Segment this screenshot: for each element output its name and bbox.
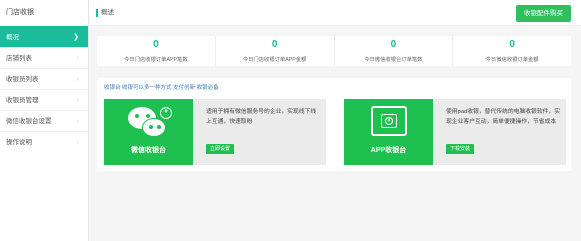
stat-wechat-order-amount: 0 今日微信收银订单金额 [453,36,571,66]
sidebar: 门店收银 概况 ❯ 店铺列表 › 收银员列表 › 收银员管理 › 微信收银台设置… [0,0,89,241]
chevron-right-icon: › [76,118,79,125]
wechat-icon: ¥ [126,105,172,143]
sidebar-item-cashier-list[interactable]: 收银员列表 › [0,68,88,89]
stat-value: 0 [153,39,159,50]
stat-value: 0 [271,39,278,50]
setup-now-button[interactable]: 立即设置 [206,144,235,154]
stat-label: 今日微信收银订单金额 [485,57,539,63]
stat-label: 今日微信收银台订单笔数 [364,57,423,63]
card-icon-tile: ¥ APP收银台 [344,99,433,165]
stat-value: 0 [509,39,515,50]
sidebar-item-label: 操作说明 [6,139,32,146]
sidebar-title: 门店收银 [6,9,34,16]
page-title: 概述 [101,9,114,16]
card-description: 使用pad收银，替代传统的电脑收银软件，实现企业客户互动，简单便捷操作，节省成本 [446,109,561,125]
card-description: 适用于拥有微信服务号的企业，实现线下线上互通，快速取粉 [206,109,317,125]
sidebar-item-label: 店铺列表 [6,55,32,62]
stat-label: 今日门店收银订单APP金额 [242,57,307,63]
sidebar-item-label: 收银员列表 [6,76,39,83]
chevron-right-icon: › [76,76,79,83]
card-icon-tile: ¥ 微信收银台 [104,99,193,165]
header: 概述 收银配件购买 [89,0,581,26]
main-content: 概述 收银配件购买 0 今日门店收银订单APP笔数 0 今日门店收银订单APP金… [89,0,581,241]
stat-app-order-count: 0 今日门店收银订单APP笔数 [97,36,216,66]
sidebar-item-overview[interactable]: 概况 ❯ [0,26,88,47]
chevron-right-icon: › [76,55,79,62]
cashier-note: 收银台 收银可以多一种方式 支付创新 收银必备 [104,85,219,91]
stats-row: 0 今日门店收银订单APP笔数 0 今日门店收银订单APP金额 0 今日微信收银… [97,36,571,66]
stat-wechat-order-count: 0 今日微信收银台订单笔数 [335,36,454,66]
app-cashier-card: ¥ APP收银台 使用pad收银，替代传统的电脑收银软件，实现企业客户互动，简单… [344,99,566,165]
cashier-panel: 收银台 收银可以多一种方式 支付创新 收银必备 ¥ 微信收银台 适用于拥有微信服… [97,78,571,171]
chevron-right-icon: › [76,97,79,104]
download-install-button[interactable]: 下载安装 [446,144,475,154]
title-accent-bar [96,9,98,17]
stat-label: 今日门店收银订单APP笔数 [124,57,188,63]
card-title: APP收银台 [370,147,407,154]
stat-value: 0 [390,39,397,50]
stat-app-order-amount: 0 今日门店收银订单APP金额 [216,36,335,66]
sidebar-item-label: 概况 [6,34,19,41]
buy-accessories-button[interactable]: 收银配件购买 [516,5,571,22]
sidebar-item-cashier-management[interactable]: 收银员管理 › [0,89,88,110]
chevron-right-icon: › [76,139,79,146]
pad-cashier-icon: ¥ [371,106,407,136]
card-title: 微信收银台 [131,147,166,154]
chevron-right-icon: ❯ [73,34,79,41]
sidebar-item-label: 微信收银台设置 [6,118,52,125]
sidebar-item-label: 收银员管理 [6,97,39,104]
wechat-cashier-card: ¥ 微信收银台 适用于拥有微信服务号的企业，实现线下线上互通，快速取粉 立即设置 [104,99,326,165]
sidebar-item-instructions[interactable]: 操作说明 › [0,131,88,152]
sidebar-item-wechat-settings[interactable]: 微信收银台设置 › [0,110,88,131]
sidebar-item-store-list[interactable]: 店铺列表 › [0,47,88,68]
